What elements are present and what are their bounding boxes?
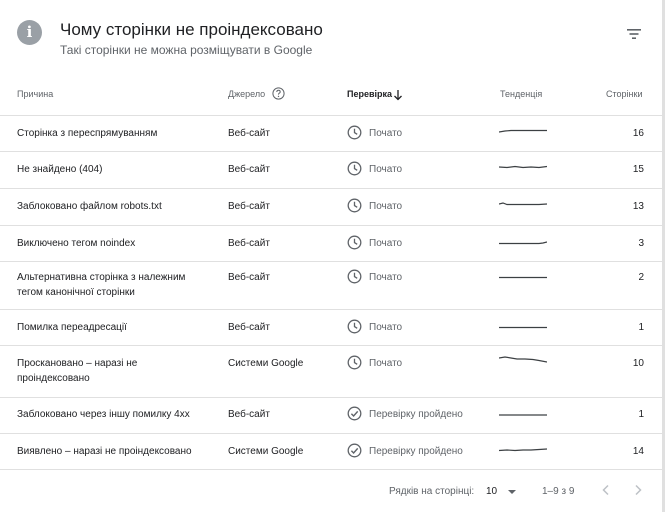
status-label: Почато — [369, 358, 403, 369]
trend-sparkline — [498, 442, 548, 456]
check-circle-icon — [347, 406, 362, 421]
chevron-left-icon — [602, 484, 609, 496]
table-row[interactable]: Альтернативна сторінка з належним тегом … — [0, 262, 662, 310]
chevron-right-icon — [635, 484, 642, 496]
rows-per-page-value: 10 — [486, 486, 498, 497]
clock-icon — [347, 125, 362, 140]
info-icon: i — [17, 20, 42, 45]
status-label: Почато — [369, 201, 403, 212]
table-row[interactable]: Проскановано – наразі не проіндексовано … — [0, 346, 662, 398]
clock-icon — [347, 235, 362, 250]
trend-sparkline — [498, 160, 548, 174]
table-row[interactable]: Не знайдено (404) Веб-сайт Почато 15 — [0, 152, 662, 189]
pages-count: 3 — [638, 238, 644, 249]
pages-count: 10 — [632, 358, 644, 369]
source-cell: Веб-сайт — [228, 322, 270, 333]
card-title: Чому сторінки не проіндексовано — [60, 20, 323, 39]
clock-icon — [347, 319, 362, 334]
status-label: Почато — [369, 238, 403, 249]
clock-icon — [347, 269, 362, 284]
trend-sparkline — [498, 197, 548, 211]
clock-icon — [347, 198, 362, 213]
status-label: Почато — [369, 164, 403, 175]
index-issues-card: i Чому сторінки не проіндексовано Такі с… — [0, 0, 662, 512]
trend-sparkline — [499, 406, 547, 420]
filter-icon[interactable] — [624, 26, 644, 42]
help-icon[interactable] — [272, 87, 285, 100]
trend-sparkline — [498, 354, 548, 368]
trend-sparkline — [498, 124, 547, 138]
source-cell: Веб-сайт — [228, 238, 270, 249]
table-row[interactable]: Виявлено – наразі не проіндексовано Сист… — [0, 434, 662, 470]
reason-cell: Не знайдено (404) — [17, 164, 103, 175]
reason-cell: Виявлено – наразі не проіндексовано — [17, 446, 192, 457]
source-cell: Веб-сайт — [228, 128, 270, 139]
table-row[interactable]: Помилка переадресації Веб-сайт Почато 1 — [0, 310, 662, 346]
trend-sparkline — [499, 318, 547, 332]
clock-icon — [347, 161, 362, 176]
pages-count: 1 — [638, 322, 644, 333]
status-label: Почато — [369, 128, 403, 139]
pages-count: 2 — [638, 272, 644, 283]
reason-cell: Альтернативна сторінка з належним тегом … — [17, 272, 186, 298]
reason-cell: Помилка переадресації — [17, 322, 127, 333]
pages-count: 14 — [632, 446, 644, 457]
column-header-pages[interactable]: Сторінки — [606, 89, 642, 99]
sort-arrow-down-icon[interactable] — [393, 88, 403, 101]
reason-cell: Заблоковано файлом robots.txt — [17, 201, 162, 212]
card-header: i Чому сторінки не проіндексовано Такі с… — [0, 0, 662, 66]
pagination-bar: Рядків на сторінці: 10 1–9 з 9 — [0, 470, 662, 512]
column-header-trend: Тенденція — [500, 89, 543, 99]
source-cell: Веб-сайт — [228, 201, 270, 212]
pages-count: 16 — [632, 128, 644, 139]
source-cell: Системи Google — [228, 446, 304, 457]
pagination-range: 1–9 з 9 — [542, 486, 575, 497]
pages-count: 15 — [632, 164, 644, 175]
source-cell: Веб-сайт — [228, 164, 270, 175]
chevron-down-icon — [508, 490, 516, 494]
status-label: Перевірку пройдено — [369, 409, 463, 420]
card-subtitle: Такі сторінки не можна розміщувати в Goo… — [60, 43, 313, 57]
reason-cell: Виключено тегом noindex — [17, 238, 136, 249]
column-header-validation[interactable]: Перевірка — [347, 89, 392, 99]
table-row[interactable]: Заблоковано через іншу помилку 4xx Веб-с… — [0, 398, 662, 434]
reason-cell: Заблоковано через іншу помилку 4xx — [17, 409, 190, 420]
source-cell: Веб-сайт — [228, 409, 270, 420]
column-header-source[interactable]: Джерело — [228, 89, 265, 99]
reason-cell: Проскановано – наразі не проіндексовано — [17, 358, 138, 384]
rows-per-page-select[interactable]: 10 — [480, 482, 520, 500]
trend-sparkline — [499, 268, 547, 282]
status-label: Почато — [369, 272, 403, 283]
reason-cell: Сторінка з переспрямуванням — [17, 128, 158, 139]
next-page-button[interactable] — [632, 483, 644, 497]
rows-per-page-label: Рядків на сторінці: — [389, 486, 475, 497]
source-cell: Системи Google — [228, 358, 304, 369]
status-label: Перевірку пройдено — [369, 446, 463, 457]
pages-count: 13 — [632, 201, 644, 212]
clock-icon — [347, 355, 362, 370]
previous-page-button[interactable] — [600, 483, 612, 497]
table-row[interactable]: Сторінка з переспрямуванням Веб-сайт Поч… — [0, 116, 662, 152]
check-circle-icon — [347, 443, 362, 458]
table-row[interactable]: Виключено тегом noindex Веб-сайт Почато … — [0, 226, 662, 262]
table-row[interactable]: Заблоковано файлом robots.txt Веб-сайт П… — [0, 189, 662, 226]
column-header-reason[interactable]: Причина — [17, 89, 53, 99]
status-label: Почато — [369, 322, 403, 333]
trend-sparkline — [499, 234, 548, 248]
pages-count: 1 — [638, 409, 644, 420]
source-cell: Веб-сайт — [228, 272, 270, 283]
